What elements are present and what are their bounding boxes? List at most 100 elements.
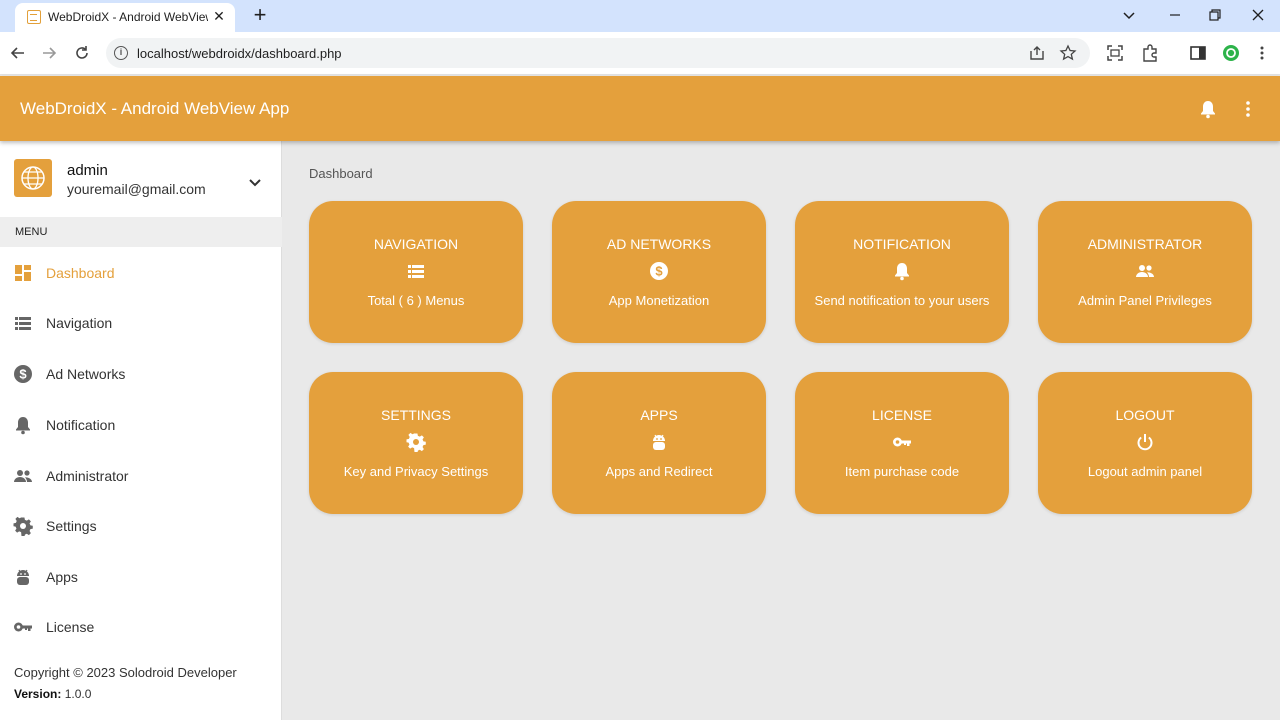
people-icon (1135, 261, 1155, 281)
card-navigation[interactable]: NAVIGATION Total ( 6 ) Menus (309, 201, 523, 343)
sidebar-item-label: License (46, 619, 95, 635)
card-title: LOGOUT (1115, 407, 1175, 423)
browser-menu-icon[interactable] (1252, 43, 1272, 63)
version-label: Version: (14, 687, 62, 701)
list-icon (13, 313, 33, 333)
sidebar-item-dashboard[interactable]: Dashboard (0, 251, 282, 295)
tab-search-chevron-icon[interactable] (1118, 4, 1140, 26)
screenshot-icon[interactable] (1105, 43, 1125, 63)
card-title: NAVIGATION (373, 236, 459, 252)
extensions-icon[interactable] (1140, 43, 1160, 63)
gear-icon (406, 432, 426, 454)
new-tab-icon[interactable]: + (248, 4, 272, 28)
power-icon (1135, 432, 1155, 452)
card-title: SETTINGS (380, 407, 451, 423)
card-title: AD NETWORKS (606, 236, 712, 252)
sidebar-item-label: Ad Networks (46, 366, 126, 382)
card-title: NOTIFICATION (853, 236, 951, 252)
version-text: Version: 1.0.0 (14, 687, 91, 701)
forward-icon[interactable] (38, 42, 60, 64)
key-icon (13, 617, 33, 637)
site-favicon-icon (27, 10, 41, 24)
card-apps[interactable]: APPS Apps and Redirect (552, 372, 766, 514)
sidebar-item-label: Administrator (46, 468, 129, 484)
minimize-icon[interactable] (1164, 4, 1186, 26)
browser-tab[interactable]: WebDroidX - Android WebView ✕ (15, 3, 235, 32)
address-url[interactable]: localhost/webdroidx/dashboard.php (137, 46, 342, 61)
user-email: youremail@gmail.com (67, 181, 206, 197)
bookmark-star-icon[interactable] (1059, 44, 1077, 62)
user-info[interactable]: admin youremail@gmail.com (0, 141, 282, 217)
card-subtitle: Logout admin panel (1087, 464, 1203, 479)
sidebar: admin youremail@gmail.com MENU Dashboard… (0, 141, 282, 720)
copyright-text: Copyright © 2023 Solodroid Developer (14, 665, 237, 680)
sidebar-item-label: Navigation (46, 315, 113, 331)
card-administrator[interactable]: ADMINISTRATOR Admin Panel Privileges (1038, 201, 1252, 343)
card-title: APPS (640, 407, 678, 423)
sidebar-item-label: Dashboard (46, 265, 115, 281)
card-subtitle: Total ( 6 ) Menus (367, 293, 465, 308)
key-icon (892, 432, 912, 452)
sidebar-item-apps[interactable]: Apps (0, 555, 282, 599)
restore-icon[interactable] (1204, 4, 1226, 26)
card-settings[interactable]: SETTINGS Key and Privacy Settings (309, 372, 523, 514)
dashboard-icon (13, 263, 33, 283)
close-window-icon[interactable] (1247, 4, 1269, 26)
reload-icon[interactable] (71, 42, 93, 64)
card-subtitle: Item purchase code (844, 464, 960, 479)
side-panel-icon[interactable] (1188, 43, 1208, 63)
sidebar-item-administrator[interactable]: Administrator (0, 454, 282, 498)
globe-icon (21, 166, 45, 190)
svg-text:$: $ (19, 367, 27, 382)
chevron-down-icon[interactable] (248, 175, 262, 187)
menu-header: MENU (0, 217, 282, 247)
sidebar-item-license[interactable]: License (0, 605, 282, 649)
card-logout[interactable]: LOGOUT Logout admin panel (1038, 372, 1252, 514)
sidebar-item-notification[interactable]: Notification (0, 403, 282, 447)
more-vert-icon[interactable] (1238, 99, 1258, 119)
sidebar-item-label: Settings (46, 518, 97, 534)
sidebar-item-label: Notification (46, 417, 116, 433)
android-icon (13, 567, 33, 587)
address-bar[interactable]: i localhost/webdroidx/dashboard.php (106, 38, 1090, 68)
people-icon (13, 466, 33, 486)
share-icon[interactable] (1028, 44, 1046, 62)
user-name: admin (67, 162, 108, 179)
tab-close-icon[interactable]: ✕ (211, 8, 227, 24)
browser-toolbar: i localhost/webdroidx/dashboard.php (0, 32, 1280, 75)
card-title: ADMINISTRATOR (1087, 236, 1203, 252)
bell-icon (13, 415, 33, 435)
sidebar-item-ad-networks[interactable]: $ Ad Networks (0, 352, 282, 396)
back-icon[interactable] (7, 42, 29, 64)
dollar-icon: $ (649, 261, 669, 281)
sidebar-item-settings[interactable]: Settings (0, 504, 282, 548)
app-header: WebDroidX - Android WebView App (0, 76, 1280, 141)
site-info-icon[interactable]: i (114, 46, 128, 60)
card-license[interactable]: LICENSE Item purchase code (795, 372, 1009, 514)
card-title: LICENSE (872, 407, 932, 423)
list-icon (406, 261, 426, 281)
card-subtitle: Apps and Redirect (605, 464, 713, 479)
avatar (14, 159, 52, 197)
version-value: 1.0.0 (64, 687, 92, 701)
dollar-icon: $ (13, 364, 33, 384)
sidebar-item-navigation[interactable]: Navigation (0, 301, 282, 345)
breadcrumb: Dashboard (309, 166, 373, 181)
tab-title: WebDroidX - Android WebView (48, 10, 208, 24)
profile-avatar-icon[interactable] (1221, 43, 1241, 63)
sidebar-item-label: Apps (46, 569, 78, 585)
card-ad-networks[interactable]: AD NETWORKS $ App Monetization (552, 201, 766, 343)
card-subtitle: Send notification to your users (814, 293, 990, 308)
android-icon (649, 432, 669, 452)
browser-tab-bar: WebDroidX - Android WebView ✕ + (0, 0, 1280, 32)
gear-icon (13, 516, 33, 538)
notification-bell-icon[interactable] (1198, 99, 1218, 119)
svg-text:$: $ (655, 264, 663, 279)
bell-icon (892, 261, 912, 281)
app-title: WebDroidX - Android WebView App (20, 99, 290, 118)
card-subtitle: App Monetization (608, 293, 710, 308)
card-subtitle: Admin Panel Privileges (1078, 293, 1212, 308)
card-subtitle: Key and Privacy Settings (343, 464, 489, 479)
menu-header-label: MENU (15, 226, 48, 238)
card-notification[interactable]: NOTIFICATION Send notification to your u… (795, 201, 1009, 343)
